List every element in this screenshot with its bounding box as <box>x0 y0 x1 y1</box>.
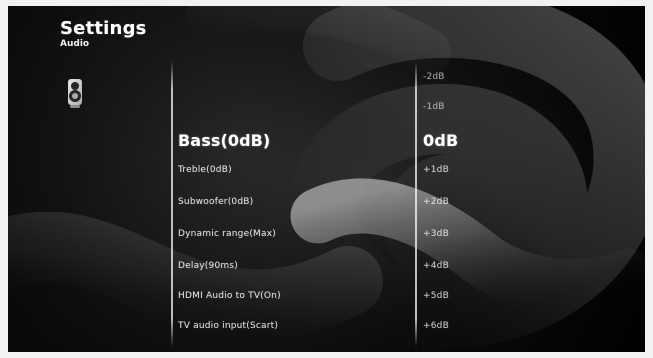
menu-item-treble[interactable]: Treble(0dB) <box>178 165 232 175</box>
settings-screen: Settings Audio Bass(0dB) Treble(0dB) Sub… <box>8 6 645 352</box>
menu-item-bass[interactable]: Bass(0dB) <box>178 131 270 150</box>
menu-item-subwoofer[interactable]: Subwoofer(0dB) <box>178 197 253 207</box>
menu-item-delay[interactable]: Delay(90ms) <box>178 261 238 271</box>
value-item[interactable]: -2dB <box>423 72 445 82</box>
page-title: Settings <box>60 18 147 39</box>
left-divider <box>171 61 173 347</box>
right-divider <box>415 61 417 347</box>
value-item[interactable]: +1dB <box>423 165 449 175</box>
value-item-selected[interactable]: 0dB <box>423 131 458 150</box>
menu-item-dynamic-range[interactable]: Dynamic range(Max) <box>178 229 276 239</box>
speaker-icon <box>68 79 82 108</box>
value-item[interactable]: +4dB <box>423 261 449 271</box>
page-header: Settings Audio <box>60 20 147 49</box>
value-item[interactable]: +5dB <box>423 291 449 301</box>
value-item[interactable]: +3dB <box>423 229 449 239</box>
value-item[interactable]: +6dB <box>423 321 449 331</box>
tv-frame: Settings Audio Bass(0dB) Treble(0dB) Sub… <box>0 0 653 358</box>
value-item[interactable]: +2dB <box>423 197 449 207</box>
background-swoosh <box>8 6 645 352</box>
menu-item-tv-audio-input[interactable]: TV audio input(Scart) <box>178 321 278 331</box>
page-subtitle: Audio <box>60 39 90 49</box>
value-item[interactable]: -1dB <box>423 102 445 112</box>
menu-item-hdmi-audio[interactable]: HDMI Audio to TV(On) <box>178 291 281 301</box>
